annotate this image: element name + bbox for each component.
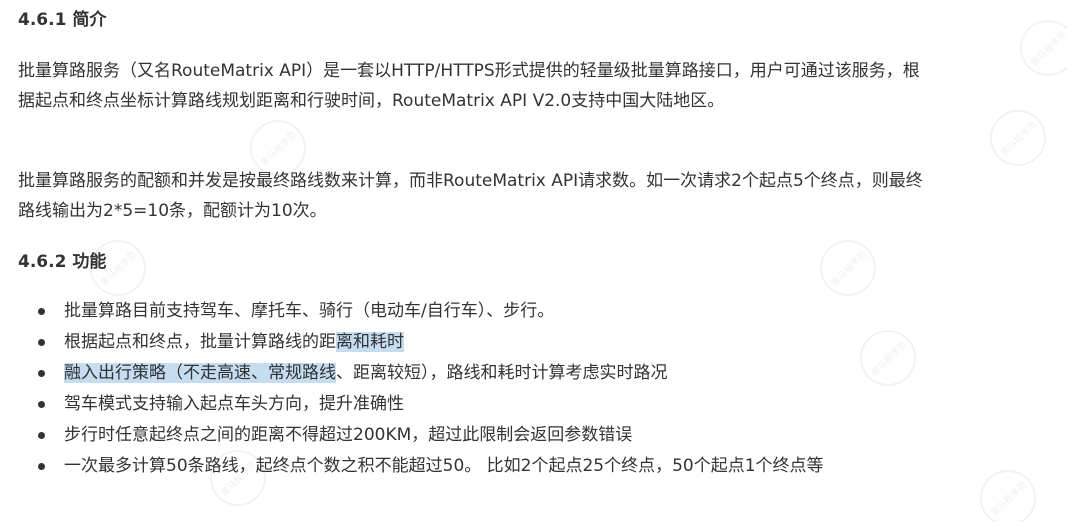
watermark-logo: 黑马程序员 bbox=[968, 458, 1048, 522]
watermark-logo: 黑马程序员 bbox=[1008, 8, 1067, 88]
feature-list: 批量算路目前支持驾车、摩托车、骑行（电动车/自行车）、步行。 根据起点和终点，批… bbox=[18, 296, 948, 482]
intro-paragraph: 批量算路服务（又名RouteMatrix API）是一套以HTTP/HTTPS形… bbox=[18, 61, 920, 111]
list-item: 驾车模式支持输入起点车头方向，提升准确性 bbox=[18, 389, 948, 420]
section-heading-intro: 4.6.1 简介 bbox=[18, 10, 107, 30]
list-item: 融入出行策略（不走高速、常规路线、距离较短），路线和耗时计算考虑实时路况 bbox=[18, 358, 948, 389]
watermark-logo: 黑马程序员 bbox=[978, 98, 1058, 178]
list-item: 批量算路目前支持驾车、摩托车、骑行（电动车/自行车）、步行。 bbox=[18, 296, 948, 327]
text-highlight: 离和耗时 bbox=[336, 332, 404, 352]
list-item: 步行时任意起终点之间的距离不得超过200KM，超过此限制会返回参数错误 bbox=[18, 420, 948, 451]
section-heading-features: 4.6.2 功能 bbox=[18, 252, 107, 272]
list-item: 一次最多计算50条路线，起终点个数之积不能超过50。 比如2个起点25个终点，5… bbox=[18, 451, 948, 482]
text-highlight: 融入出行策略（不走高速、常规路线 bbox=[64, 363, 336, 383]
quota-paragraph: 批量算路服务的配额和并发是按最终路线数来计算，而非RouteMatrix API… bbox=[18, 171, 923, 221]
list-item: 根据起点和终点，批量计算路线的距离和耗时 bbox=[18, 327, 948, 358]
